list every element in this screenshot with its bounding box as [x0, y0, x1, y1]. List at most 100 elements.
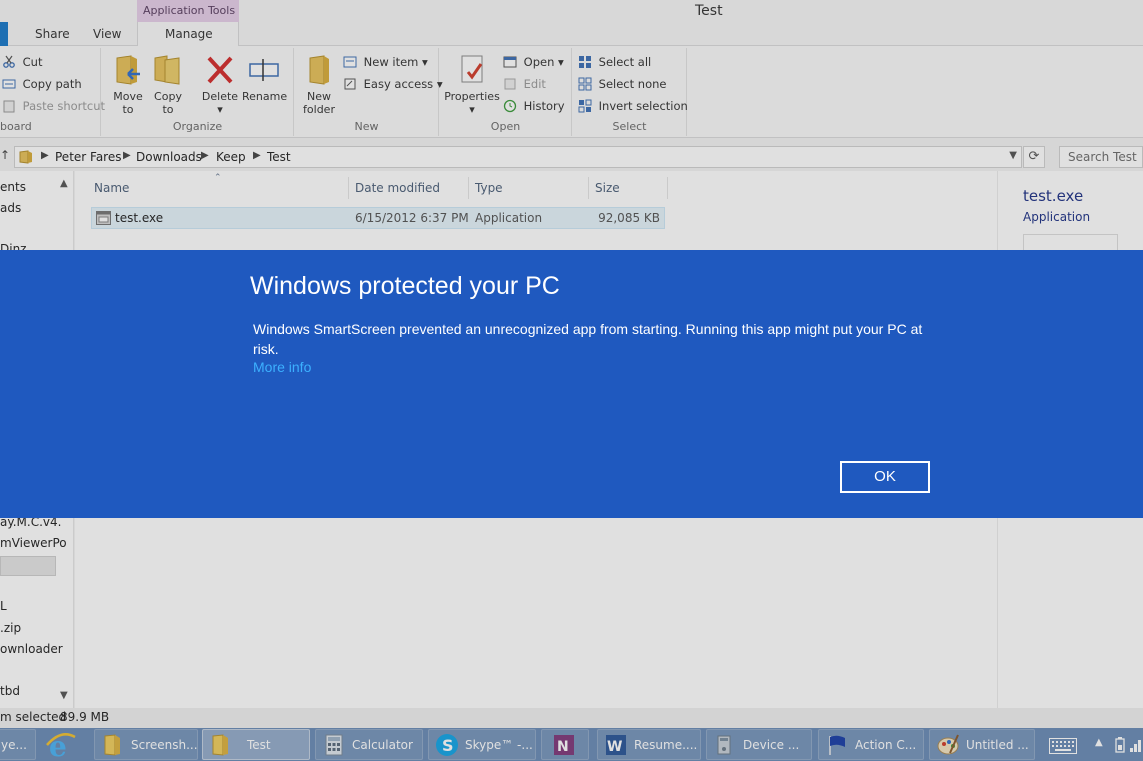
address-bar: ↑ ▶ Peter Fares ▶ Downloads ▶ Keep ▶ Tes…: [0, 143, 1143, 171]
breadcrumb-separator-icon[interactable]: ▶: [201, 150, 209, 161]
network-icon[interactable]: [1129, 737, 1143, 753]
search-input[interactable]: Search Test: [1059, 146, 1143, 168]
select-group: Select all Select none Invert selection …: [573, 48, 688, 136]
taskbar-item[interactable]: ye...: [0, 729, 36, 760]
ribbon: Cut Copy path Paste shortcut board Move …: [0, 46, 1143, 138]
nav-item[interactable]: .zip: [0, 621, 21, 635]
tab-share[interactable]: Share: [35, 27, 70, 41]
svg-text:N: N: [557, 739, 569, 755]
column-header-date[interactable]: Date modified: [355, 181, 440, 195]
taskbar-item[interactable]: S Skype™ -...: [428, 729, 536, 760]
taskbar-item[interactable]: N: [541, 729, 589, 760]
taskbar-item[interactable]: Calculator: [315, 729, 423, 760]
address-dropdown-icon[interactable]: ▼: [1009, 150, 1017, 161]
properties-button[interactable]: Properties ▾: [444, 52, 500, 116]
nav-item[interactable]: tbd: [0, 684, 20, 698]
copy-to-button[interactable]: Copy to: [150, 52, 186, 116]
scroll-up-icon[interactable]: ▲: [60, 178, 68, 189]
taskbar-item-label: Action C...: [855, 738, 917, 752]
taskbar-item[interactable]: Screensh...: [94, 729, 198, 760]
nav-selected-item[interactable]: [0, 556, 56, 576]
select-none-button[interactable]: Select none: [578, 75, 666, 93]
tray-overflow-icon[interactable]: ▲: [1095, 737, 1103, 748]
organize-group: Move to Copy to Delete ▾ Rename Organize: [102, 48, 294, 136]
cut-button[interactable]: Cut: [2, 53, 42, 71]
select-all-button[interactable]: Select all: [578, 53, 651, 71]
new-group-label: New: [354, 120, 379, 133]
select-none-icon: [578, 77, 592, 91]
contextual-tab-label: Application Tools: [143, 4, 236, 17]
column-header-name[interactable]: Name: [94, 181, 129, 195]
invert-selection-button[interactable]: Invert selection: [578, 97, 688, 115]
tab-view[interactable]: View: [93, 27, 121, 41]
easy-access-button[interactable]: Easy access ▾: [343, 75, 443, 93]
new-item-label: New item: [363, 55, 419, 69]
breadcrumb-test[interactable]: Test: [267, 150, 291, 164]
delete-button[interactable]: Delete ▾: [200, 52, 240, 116]
column-divider[interactable]: [348, 177, 349, 199]
taskbar-item-active[interactable]: Test: [202, 729, 310, 760]
taskbar-item-label: Resume....: [634, 738, 698, 752]
column-header-type[interactable]: Type: [475, 181, 503, 195]
table-row[interactable]: test.exe 6/15/2012 6:37 PM Application 9…: [91, 207, 665, 229]
copy-path-icon: [2, 79, 16, 89]
nav-item[interactable]: ads: [0, 201, 21, 215]
internet-explorer-icon[interactable]: e: [44, 730, 78, 761]
scroll-down-icon[interactable]: ▼: [60, 690, 68, 701]
dialog-title: Windows protected your PC: [250, 272, 560, 300]
new-group: New folder New item ▾ Easy access ▾ New: [295, 48, 443, 136]
breadcrumb-downloads[interactable]: Downloads: [136, 150, 202, 164]
taskbar-item[interactable]: W Resume....: [597, 729, 701, 760]
move-to-button[interactable]: Move to: [110, 52, 146, 116]
copy-path-button[interactable]: Copy path: [2, 75, 82, 93]
taskbar-item-label: Skype™ -...: [465, 738, 533, 752]
tab-manage[interactable]: Manage: [165, 27, 213, 41]
history-button[interactable]: History: [503, 97, 565, 115]
up-arrow-icon[interactable]: ↑: [0, 148, 10, 162]
select-all-icon: [579, 56, 591, 68]
paint-icon: [937, 734, 959, 755]
taskbar-item-label: Screensh...: [131, 738, 198, 752]
taskbar-item[interactable]: Device ...: [706, 729, 812, 760]
breadcrumb-separator-icon[interactable]: ▶: [41, 150, 49, 161]
column-header-size[interactable]: Size: [595, 181, 620, 195]
paste-shortcut-label: Paste shortcut: [22, 99, 106, 113]
column-divider[interactable]: [667, 177, 668, 199]
breadcrumb-separator-icon[interactable]: ▶: [253, 150, 261, 161]
clipboard-group: Cut Copy path Paste shortcut board: [0, 48, 105, 136]
folder-icon: [19, 150, 32, 164]
address-field[interactable]: ▶ Peter Fares ▶ Downloads ▶ Keep ▶ Test …: [14, 146, 1022, 168]
tab-file[interactable]: [0, 22, 8, 46]
more-info-link[interactable]: More info: [253, 359, 311, 375]
copy-folder-icon: [154, 55, 180, 85]
taskbar-item-label: ye...: [1, 738, 27, 752]
properties-label: Properties: [444, 90, 500, 103]
breadcrumb-keep[interactable]: Keep: [216, 150, 246, 164]
nav-item[interactable]: ents: [0, 180, 26, 194]
ok-button[interactable]: OK: [840, 461, 930, 493]
new-item-button[interactable]: New item ▾: [343, 53, 428, 71]
column-divider[interactable]: [588, 177, 589, 199]
smartscreen-dialog: Windows protected your PC Windows SmartS…: [0, 250, 1143, 518]
breadcrumb-separator-icon[interactable]: ▶: [123, 150, 131, 161]
open-icon: [503, 56, 517, 68]
rename-label: Rename: [242, 90, 288, 103]
open-button[interactable]: Open ▾: [503, 53, 564, 71]
rename-button[interactable]: Rename: [242, 52, 288, 103]
taskbar-item-label: Calculator: [352, 738, 413, 752]
taskbar-item[interactable]: Untitled ...: [929, 729, 1035, 760]
nav-item[interactable]: ownloader: [0, 642, 63, 656]
taskbar-item[interactable]: Action C...: [818, 729, 924, 760]
battery-icon[interactable]: [1113, 737, 1127, 753]
title-bar: Application Tools Test: [0, 0, 1143, 24]
breadcrumb-peter-fares[interactable]: Peter Fares: [55, 150, 122, 164]
copy-to-label-1: Copy: [154, 90, 182, 103]
keyboard-icon[interactable]: [1049, 738, 1077, 754]
new-folder-button[interactable]: New folder: [299, 52, 339, 116]
history-label: History: [523, 99, 565, 113]
refresh-button[interactable]: ⟳: [1023, 146, 1045, 168]
column-divider[interactable]: [468, 177, 469, 199]
nav-item[interactable]: L: [0, 599, 7, 613]
edit-button[interactable]: Edit: [503, 75, 546, 93]
paste-shortcut-button[interactable]: Paste shortcut: [2, 97, 105, 115]
